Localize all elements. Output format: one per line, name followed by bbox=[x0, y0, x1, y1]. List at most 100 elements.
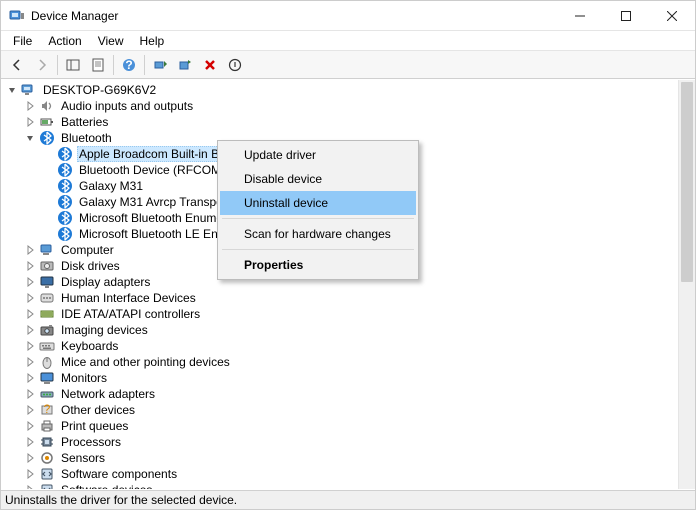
scan-hardware-button[interactable] bbox=[148, 53, 172, 77]
expander-icon bbox=[41, 211, 55, 225]
tree-node-label: Microsoft Bluetooth Enumera bbox=[77, 211, 236, 225]
tree-node-cat-10[interactable]: Mice and other pointing devices bbox=[3, 354, 678, 370]
toolbar-separator bbox=[144, 55, 145, 75]
context-menu-item-0[interactable]: Update driver bbox=[220, 143, 416, 167]
bluetooth-icon bbox=[57, 146, 73, 162]
expander-icon[interactable] bbox=[23, 451, 37, 465]
expander-icon[interactable] bbox=[23, 291, 37, 305]
menu-action[interactable]: Action bbox=[40, 32, 89, 50]
display-icon bbox=[39, 274, 55, 290]
audio-icon bbox=[39, 98, 55, 114]
monitor-icon bbox=[39, 370, 55, 386]
tree-node-label: Human Interface Devices bbox=[59, 291, 198, 305]
tree-node-label: Network adapters bbox=[59, 387, 157, 401]
context-menu-item-1[interactable]: Disable device bbox=[220, 167, 416, 191]
tree-node-cat-9[interactable]: Keyboards bbox=[3, 338, 678, 354]
hid-icon bbox=[39, 290, 55, 306]
cpu-icon bbox=[39, 434, 55, 450]
bluetooth-icon bbox=[57, 162, 73, 178]
expander-icon[interactable] bbox=[5, 83, 19, 97]
tree-node-cat-12[interactable]: Network adapters bbox=[3, 386, 678, 402]
menu-help[interactable]: Help bbox=[132, 32, 173, 50]
expander-icon[interactable] bbox=[23, 259, 37, 273]
svg-text:?: ? bbox=[44, 402, 51, 416]
tree-node-cat-14[interactable]: Print queues bbox=[3, 418, 678, 434]
tree-node-label: Software devices bbox=[59, 483, 154, 489]
network-icon bbox=[39, 386, 55, 402]
expander-icon[interactable] bbox=[23, 403, 37, 417]
tree-node-cat-6[interactable]: Human Interface Devices bbox=[3, 290, 678, 306]
vertical-scrollbar[interactable] bbox=[678, 80, 695, 489]
bluetooth-icon bbox=[57, 226, 73, 242]
software-icon bbox=[39, 482, 55, 489]
toolbar-separator bbox=[57, 55, 58, 75]
show-hide-console-tree-button[interactable] bbox=[61, 53, 85, 77]
help-button[interactable]: ? bbox=[117, 53, 141, 77]
disable-device-button[interactable] bbox=[223, 53, 247, 77]
tree-node-label: DESKTOP-G69K6V2 bbox=[41, 83, 158, 97]
computer-root-icon bbox=[21, 82, 37, 98]
expander-icon[interactable] bbox=[23, 307, 37, 321]
properties-button[interactable] bbox=[86, 53, 110, 77]
expander-icon[interactable] bbox=[23, 243, 37, 257]
tree-node-cat-11[interactable]: Monitors bbox=[3, 370, 678, 386]
tree-node-label: Display adapters bbox=[59, 275, 152, 289]
context-menu-item-2[interactable]: Uninstall device bbox=[220, 191, 416, 215]
tree-node-cat-1[interactable]: Batteries bbox=[3, 114, 678, 130]
bluetooth-icon bbox=[57, 178, 73, 194]
tree-node-label: Apple Broadcom Built-in Blue bbox=[77, 146, 237, 162]
expander-icon[interactable] bbox=[23, 275, 37, 289]
minimize-button[interactable] bbox=[557, 1, 603, 31]
scrollbar-thumb[interactable] bbox=[681, 82, 693, 282]
battery-icon bbox=[39, 114, 55, 130]
tree-node-label: Mice and other pointing devices bbox=[59, 355, 232, 369]
expander-icon[interactable] bbox=[23, 387, 37, 401]
expander-icon[interactable] bbox=[23, 483, 37, 489]
context-menu-item-4[interactable]: Scan for hardware changes bbox=[220, 222, 416, 246]
maximize-button[interactable] bbox=[603, 1, 649, 31]
expander-icon[interactable] bbox=[23, 115, 37, 129]
tree-node-cat-7[interactable]: IDE ATA/ATAPI controllers bbox=[3, 306, 678, 322]
tree-node-label: Keyboards bbox=[59, 339, 120, 353]
expander-icon[interactable] bbox=[23, 435, 37, 449]
expander-icon[interactable] bbox=[23, 371, 37, 385]
uninstall-device-button[interactable] bbox=[198, 53, 222, 77]
expander-icon[interactable] bbox=[23, 355, 37, 369]
menu-file[interactable]: File bbox=[5, 32, 40, 50]
tree-node-cat-18[interactable]: Software devices bbox=[3, 482, 678, 489]
tree-node-cat-0[interactable]: Audio inputs and outputs bbox=[3, 98, 678, 114]
menu-view[interactable]: View bbox=[90, 32, 132, 50]
expander-icon[interactable] bbox=[23, 419, 37, 433]
close-button[interactable] bbox=[649, 1, 695, 31]
update-driver-button[interactable] bbox=[173, 53, 197, 77]
app-icon bbox=[9, 8, 25, 24]
context-menu-item-6[interactable]: Properties bbox=[220, 253, 416, 277]
bluetooth-icon bbox=[57, 210, 73, 226]
tree-node-cat-13[interactable]: ?Other devices bbox=[3, 402, 678, 418]
tree-node-label: Computer bbox=[59, 243, 116, 257]
tree-node-cat-8[interactable]: Imaging devices bbox=[3, 322, 678, 338]
status-text: Uninstalls the driver for the selected d… bbox=[5, 493, 237, 507]
status-bar: Uninstalls the driver for the selected d… bbox=[1, 490, 695, 509]
toolbar-separator bbox=[113, 55, 114, 75]
tree-node-label: Imaging devices bbox=[59, 323, 150, 337]
expander-icon[interactable] bbox=[23, 467, 37, 481]
back-button[interactable] bbox=[5, 53, 29, 77]
expander-icon bbox=[41, 147, 55, 161]
tree-node-cat-16[interactable]: Sensors bbox=[3, 450, 678, 466]
expander-icon[interactable] bbox=[23, 339, 37, 353]
tree-node-cat-17[interactable]: Software components bbox=[3, 466, 678, 482]
expander-icon[interactable] bbox=[23, 131, 37, 145]
forward-button[interactable] bbox=[30, 53, 54, 77]
tree-node-label: Software components bbox=[59, 467, 179, 481]
bluetooth-icon bbox=[39, 130, 55, 146]
expander-icon[interactable] bbox=[23, 99, 37, 113]
toolbar: ? bbox=[1, 51, 695, 79]
tree-node-root[interactable]: DESKTOP-G69K6V2 bbox=[3, 82, 678, 98]
tree-node-label: Sensors bbox=[59, 451, 107, 465]
tree-node-cat-15[interactable]: Processors bbox=[3, 434, 678, 450]
context-menu: Update driverDisable deviceUninstall dev… bbox=[217, 140, 419, 280]
tree-node-label: Bluetooth bbox=[59, 131, 114, 145]
tree-node-label: Audio inputs and outputs bbox=[59, 99, 195, 113]
expander-icon[interactable] bbox=[23, 323, 37, 337]
